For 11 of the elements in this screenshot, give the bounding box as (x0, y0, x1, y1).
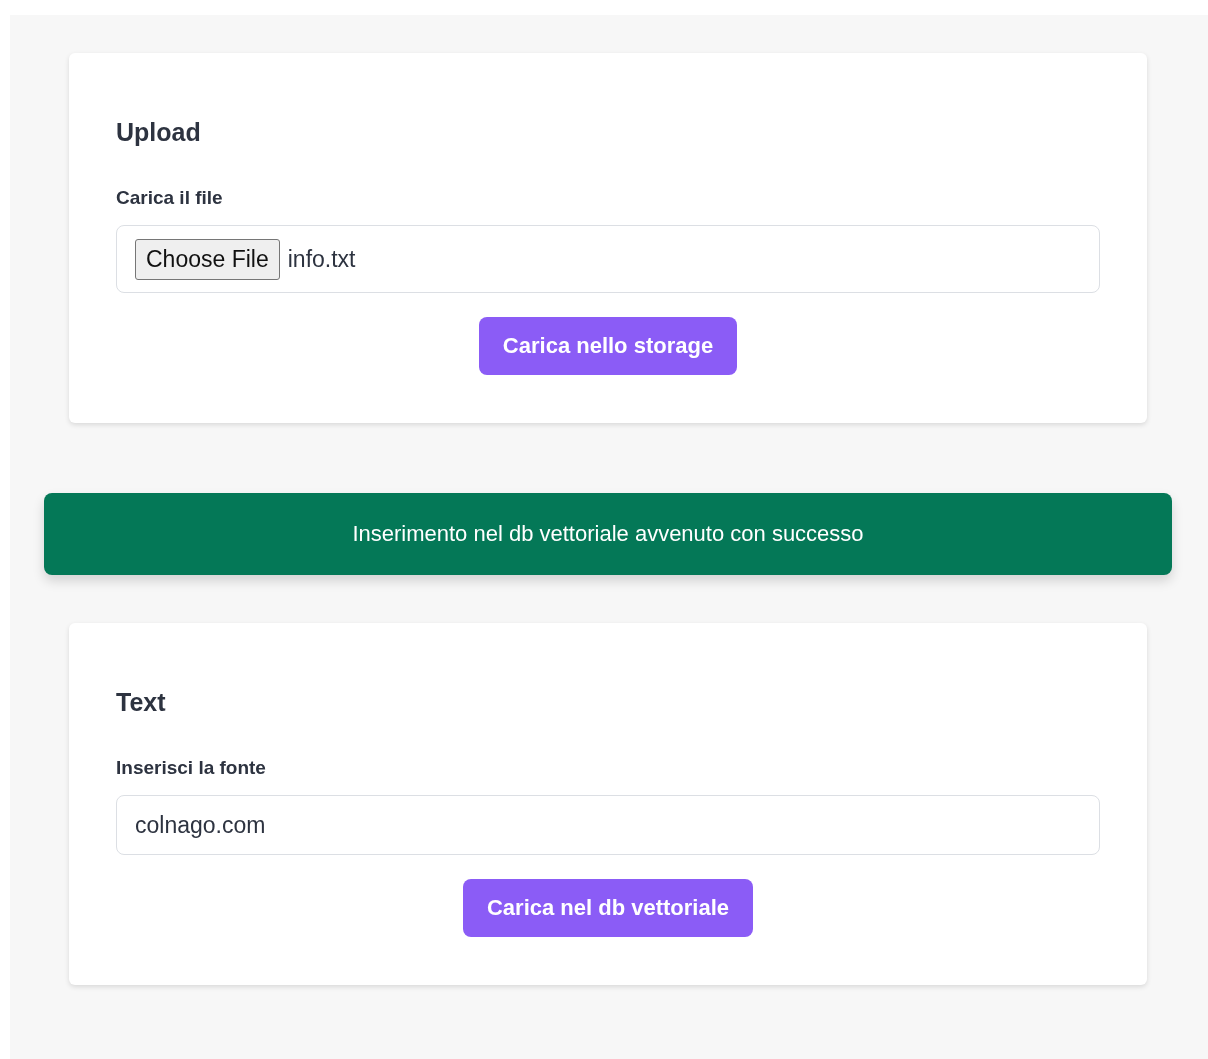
upload-button[interactable]: Carica nello storage (478, 317, 738, 375)
alert-message: Inserimento nel db vettoriale avvenuto con successo (352, 521, 864, 547)
field-label: Inserisci la fonte (116, 757, 267, 779)
file-input-field[interactable]: Choose File info.txt (116, 225, 1100, 293)
submit-button[interactable]: Carica nel db vettoriale (462, 879, 754, 937)
source-input-field[interactable]: colnago.com (116, 795, 1100, 855)
choose-file-button[interactable]: Choose File (135, 238, 280, 280)
file-name: info.txt (287, 245, 356, 273)
field-label: Carica il file (116, 187, 224, 209)
card-title: Upload (116, 117, 202, 147)
card-title: Text (116, 687, 167, 717)
